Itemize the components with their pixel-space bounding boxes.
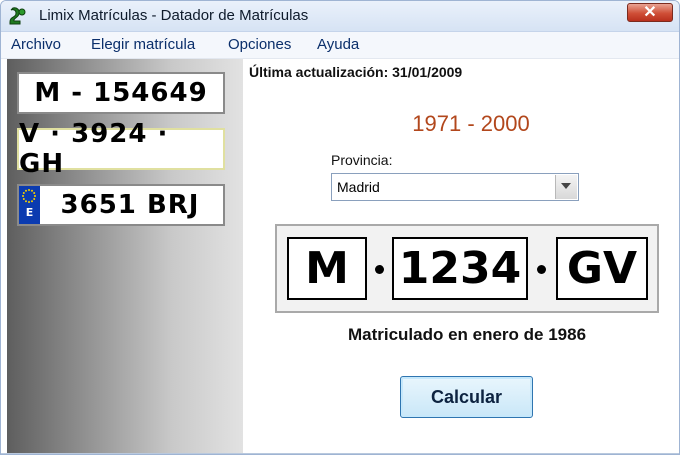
window-title: Limix Matrículas - Datador de Matrículas	[39, 7, 309, 24]
year-range: 1971 - 2000	[412, 111, 530, 136]
plate-style-current[interactable]: E 3651 BRJ	[17, 184, 225, 226]
plate-number: 1234	[398, 243, 522, 294]
close-button[interactable]: ✕	[627, 3, 673, 22]
plate-style-intermediate[interactable]: V · 3924 · GH	[17, 119, 225, 179]
plate-separator-dot	[537, 265, 546, 274]
title-bar: Limix Matrículas - Datador de Matrículas…	[1, 1, 679, 32]
eu-flag-icon: E	[19, 186, 40, 224]
menu-ayuda[interactable]: Ayuda	[317, 36, 359, 53]
calculate-label: Calcular	[430, 386, 503, 407]
last-update-label: Última actualización: 31/01/2009	[249, 64, 463, 80]
plate-style-intermediate-text: V · 3924 · GH	[19, 119, 169, 179]
calculate-button[interactable]: Calcular	[400, 376, 533, 418]
app-icon	[9, 7, 26, 25]
plate-style-old-text: M - 154649	[34, 78, 208, 108]
plate-prefix-field[interactable]: M	[287, 237, 367, 300]
menu-archivo[interactable]: Archivo	[11, 36, 61, 53]
menu-bar: Archivo Elegir matrícula Opciones Ayuda	[1, 32, 679, 59]
plate-input: M 1234 GV	[275, 224, 659, 313]
plate-separator-dot	[375, 265, 384, 274]
menu-opciones[interactable]: Opciones	[228, 36, 291, 53]
eu-country-letter: E	[25, 206, 34, 219]
eu-stars-icon	[22, 189, 36, 203]
menu-elegir-matricula[interactable]: Elegir matrícula	[91, 36, 195, 53]
dropdown-button[interactable]	[555, 175, 577, 199]
province-value: Madrid	[337, 179, 380, 195]
app-window: Limix Matrículas - Datador de Matrículas…	[0, 0, 680, 455]
plate-style-sidebar: M - 154649 V · 3924 · GH E 3651 BRJ	[7, 59, 243, 454]
close-icon: ✕	[643, 4, 657, 21]
province-label: Provincia:	[331, 152, 393, 168]
plate-suffix-field[interactable]: GV	[556, 237, 648, 300]
plate-prefix: M	[305, 243, 349, 294]
chevron-down-icon	[561, 183, 571, 189]
province-select[interactable]: Madrid	[331, 173, 579, 201]
registration-result: Matriculado en enero de 1986	[347, 325, 587, 344]
plate-style-old[interactable]: M - 154649	[17, 72, 225, 114]
plate-suffix: GV	[566, 243, 638, 294]
plate-number-field[interactable]: 1234	[392, 237, 528, 300]
plate-style-current-text: 3651 BRJ	[60, 190, 200, 220]
